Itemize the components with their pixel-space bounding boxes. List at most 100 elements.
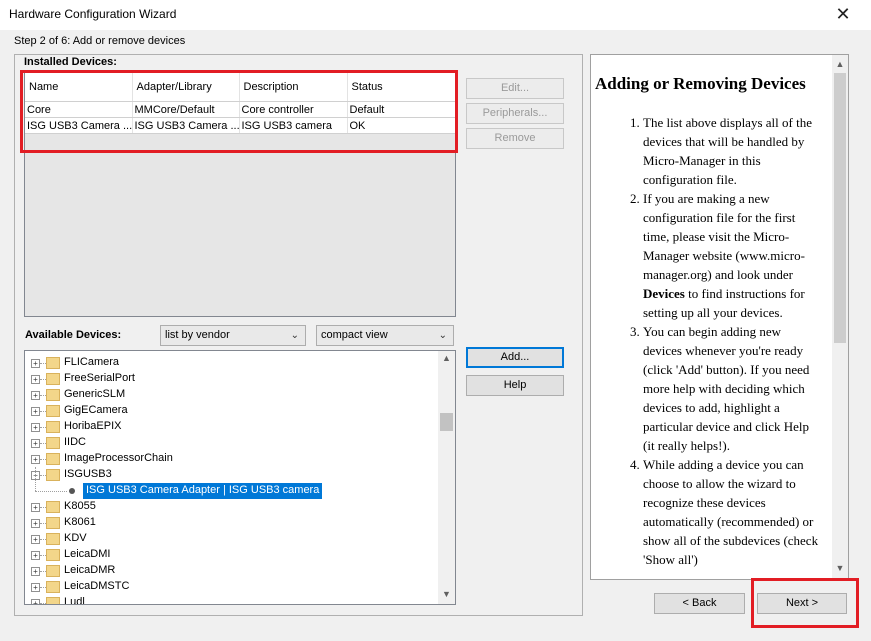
tree-folder-item[interactable]: + FreeSerialPort <box>25 371 439 387</box>
folder-icon <box>46 501 60 513</box>
tree-scrollbar[interactable]: ▲ ▼ <box>438 351 455 604</box>
expand-icon[interactable]: + <box>31 375 40 384</box>
chevron-down-icon: ⌄ <box>290 330 299 341</box>
help-item: While adding a device you can choose to … <box>643 455 823 569</box>
tree-folder-item[interactable]: + ImageProcessorChain <box>25 451 439 467</box>
tree-item-label: ISGUSB3 <box>64 468 112 480</box>
folder-icon <box>46 421 60 433</box>
help-item-text: If you are making a new configuration fi… <box>643 191 805 282</box>
help-item: The list above displays all of the devic… <box>643 113 823 189</box>
scroll-down-icon[interactable]: ▼ <box>832 563 848 573</box>
folder-icon <box>46 373 60 385</box>
installed-devices-title: Installed Devices: <box>24 56 117 68</box>
scrollbar-thumb[interactable] <box>440 413 453 431</box>
expand-icon[interactable]: + <box>31 519 40 528</box>
step-label: Step 2 of 6: Add or remove devices <box>14 35 186 47</box>
expand-icon[interactable]: + <box>31 551 40 560</box>
folder-icon <box>46 549 60 561</box>
tree-item-label[interactable]: ISG USB3 Camera Adapter | ISG USB3 camer… <box>83 483 323 499</box>
folder-icon <box>46 453 60 465</box>
tree-item-label: GenericSLM <box>64 388 126 400</box>
tree-folder-item[interactable]: + LeicaDMI <box>25 547 439 563</box>
help-panel: Adding or Removing Devices The list abov… <box>590 54 849 580</box>
help-item: You can begin adding new devices wheneve… <box>643 322 823 455</box>
folder-icon <box>46 469 60 481</box>
help-item: If you are making a new configuration fi… <box>643 189 823 322</box>
view-mode-select[interactable]: compact view ⌄ <box>316 325 454 346</box>
highlight-box-next <box>751 578 859 628</box>
expand-icon[interactable]: + <box>31 535 40 544</box>
group-by-select[interactable]: list by vendor ⌄ <box>160 325 306 346</box>
tree-item-label: ImageProcessorChain <box>64 452 173 464</box>
help-button[interactable]: Help <box>466 375 564 396</box>
expand-icon[interactable]: + <box>31 423 40 432</box>
add-button[interactable]: Add... <box>466 347 564 368</box>
expand-icon[interactable]: + <box>31 567 40 576</box>
tree-folder-item[interactable]: + LeicaDMSTC <box>25 579 439 595</box>
tree-item-label: K8055 <box>64 500 96 512</box>
tree-item-label: LeicaDMR <box>64 564 116 576</box>
expand-icon[interactable]: + <box>31 599 40 604</box>
expand-icon[interactable]: + <box>31 391 40 400</box>
tree-item-label: LeicaDMSTC <box>64 580 130 592</box>
folder-icon <box>46 597 60 604</box>
help-scrollbar[interactable]: ▲ ▼ <box>832 55 848 579</box>
tree-connector <box>35 491 67 492</box>
expand-icon[interactable]: + <box>31 359 40 368</box>
available-devices-label: Available Devices: <box>25 329 122 341</box>
expand-icon[interactable]: + <box>31 503 40 512</box>
help-item-bold: Devices <box>643 286 685 301</box>
tree-folder-item[interactable]: − ISGUSB3 <box>25 467 439 483</box>
view-mode-value: compact view <box>321 329 388 341</box>
folder-icon <box>46 405 60 417</box>
tree-connector <box>35 467 36 491</box>
tree-item-label: GigECamera <box>64 404 128 416</box>
highlight-box-installed <box>20 70 458 153</box>
tree-item-label: FLICamera <box>64 356 120 368</box>
tree-item-label: KDV <box>64 532 87 544</box>
folder-icon <box>46 533 60 545</box>
chevron-down-icon: ⌄ <box>438 330 447 341</box>
tree-folder-item[interactable]: + K8061 <box>25 515 439 531</box>
scroll-up-icon[interactable]: ▲ <box>438 353 455 363</box>
folder-icon <box>46 389 60 401</box>
tree-folder-item[interactable]: + GigECamera <box>25 403 439 419</box>
folder-icon <box>46 517 60 529</box>
expand-icon[interactable]: + <box>31 583 40 592</box>
tree-folder-item[interactable]: + Ludl <box>25 595 439 605</box>
tree-folder-item[interactable]: + KDV <box>25 531 439 547</box>
folder-icon <box>46 437 60 449</box>
tree-folder-item[interactable]: + HoribaEPIX <box>25 419 439 435</box>
help-heading: Adding or Removing Devices <box>595 74 806 93</box>
expand-icon[interactable]: + <box>31 455 40 464</box>
expand-icon[interactable]: + <box>31 407 40 416</box>
tree-leaf-item[interactable]: ISG USB3 Camera Adapter | ISG USB3 camer… <box>25 467 439 499</box>
edit-button[interactable]: Edit... <box>466 78 564 99</box>
folder-icon <box>46 357 60 369</box>
device-bullet-icon <box>69 488 75 494</box>
window-title: Hardware Configuration Wizard <box>9 7 177 21</box>
tree-folder-item[interactable]: + IIDC <box>25 435 439 451</box>
scroll-down-icon[interactable]: ▼ <box>438 589 455 599</box>
tree-folder-item[interactable]: + GenericSLM <box>25 387 439 403</box>
peripherals-button[interactable]: Peripherals... <box>466 103 564 124</box>
folder-icon <box>46 565 60 577</box>
expand-icon[interactable]: + <box>31 439 40 448</box>
tree-item-label: IIDC <box>64 436 86 448</box>
back-button[interactable]: < Back <box>654 593 745 614</box>
group-by-value: list by vendor <box>165 329 230 341</box>
close-icon[interactable]: ✕ <box>832 3 854 25</box>
tree-item-label: FreeSerialPort <box>64 372 135 384</box>
tree-item-label: K8061 <box>64 516 96 528</box>
tree-item-label: LeicaDMI <box>64 548 111 560</box>
scroll-up-icon[interactable]: ▲ <box>832 59 848 69</box>
help-list: The list above displays all of the devic… <box>591 113 823 569</box>
folder-icon <box>46 581 60 593</box>
scrollbar-thumb[interactable] <box>834 73 846 343</box>
tree-folder-item[interactable]: + K8055 <box>25 499 439 515</box>
remove-button[interactable]: Remove <box>466 128 564 149</box>
tree-folder-item[interactable]: + FLICamera <box>25 355 439 371</box>
available-devices-tree[interactable]: + FLICamera + FreeSerialPort + GenericSLM + Gig… <box>24 350 456 605</box>
tree-folder-item[interactable]: + LeicaDMR <box>25 563 439 579</box>
tree-item-label: Ludl <box>64 596 85 605</box>
